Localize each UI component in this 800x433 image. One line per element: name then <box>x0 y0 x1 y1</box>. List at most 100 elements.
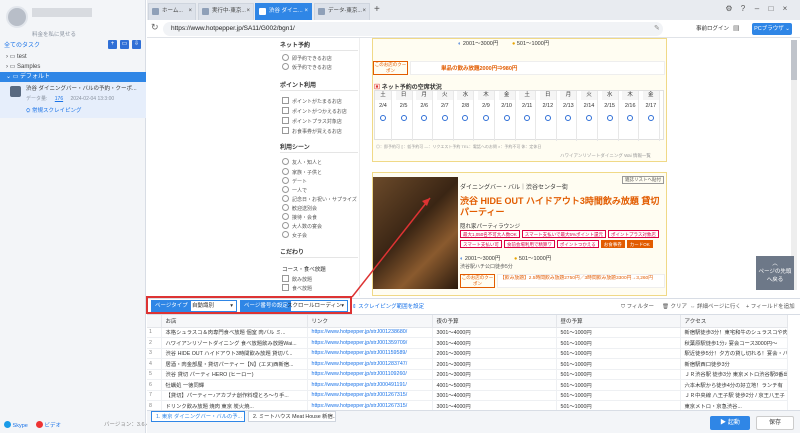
url-input[interactable]: https://www.hotpepper.jp/SA11/G002/bgn1/ <box>163 22 663 36</box>
tree-folder-test[interactable]: › ▭ test <box>0 52 146 62</box>
shop-footer-link[interactable]: ハワイアンリゾートダイニング Wai 情報一覧 <box>560 153 651 159</box>
add-field-button[interactable]: + フィールドを追加 <box>746 302 795 310</box>
page-type-select[interactable]: ページタイプ 自動識別 ▾ <box>151 300 237 312</box>
calendar-day[interactable]: 金 2/17 <box>642 91 660 141</box>
cookie-icon[interactable]: ▤ <box>733 24 740 32</box>
close-icon[interactable]: × <box>304 4 308 19</box>
calendar-day[interactable]: 火 2/7 <box>436 91 454 141</box>
video-link[interactable]: ビデオ <box>36 421 61 429</box>
scroll-to-top-panel[interactable]: ︿ ページの先頭へ戻る <box>756 256 794 290</box>
coupon-text[interactable]: 単品の飲み放題2000円⇒980円 <box>410 61 665 75</box>
save-shop-button[interactable]: 雑誌リストへ貼付 <box>622 176 664 184</box>
browser-mode-button[interactable]: PCブラウザ ⌄ <box>752 23 792 35</box>
table-row[interactable]: 3 渋谷 HIDE OUT ハイドアウト3時間飲み放題 貸切パ... https:/… <box>147 348 788 359</box>
task-tab-2[interactable]: 2. ミートハウス Meat House 新宿... <box>248 411 336 422</box>
availability-icon[interactable] <box>647 115 654 121</box>
calendar-day[interactable]: 月 2/13 <box>560 91 578 141</box>
calendar-day[interactable]: 月 2/6 <box>416 91 434 141</box>
close-icon[interactable]: × <box>362 4 366 19</box>
availability-icon[interactable] <box>524 115 531 121</box>
availability-icon[interactable] <box>441 115 448 121</box>
scrollbar-thumb[interactable] <box>791 40 797 80</box>
filter-option[interactable]: 歓迎送別会 <box>282 204 317 212</box>
table-header-link[interactable]: リンク <box>307 315 433 328</box>
close-icon[interactable]: × <box>246 4 250 19</box>
availability-icon[interactable] <box>462 115 469 121</box>
table-row[interactable]: 5 渋谷 貸切 パーティ HERO (ヒーロー) https://www.hotpe… <box>147 369 788 380</box>
filter-option[interactable]: 一人で <box>282 186 307 194</box>
table-row[interactable]: 1 本格シュラスコ＆肉専門食べ放題 個室 肉バル ミ... https://www.… <box>147 327 788 338</box>
filter-option[interactable]: お食事券が買えるお店 <box>282 127 342 135</box>
table-row[interactable]: 4 居酒・肉金部屋・貸切パーティー【N】(エヌ)西新宿... https://www… <box>147 358 788 370</box>
availability-icon[interactable] <box>586 115 592 121</box>
table-header-night-budget[interactable]: 夜の予算 <box>432 315 557 328</box>
filter-option[interactable]: 仮予約できるお店 <box>282 63 332 71</box>
calendar-day[interactable]: 木 2/16 <box>622 91 640 141</box>
tab-home[interactable]: ホーム... × <box>148 3 196 20</box>
coupon-badge[interactable]: このお店のクーポン <box>460 274 495 288</box>
calendar-day[interactable]: 金 2/10 <box>498 91 516 141</box>
task-data-count[interactable]: 176 <box>55 96 63 102</box>
all-tasks-label[interactable]: 全てのタスク <box>4 43 40 49</box>
clear-button[interactable]: 🗑 クリア <box>662 302 687 310</box>
task-tab-1[interactable]: 1. 東京 ダイニングバー・バルの予... <box>151 411 245 422</box>
new-folder-icon[interactable]: ▭ <box>120 40 129 49</box>
table-row[interactable]: 6 牡蠣処 一徳同輝 https://www.hotpepper.jp/strJ00… <box>147 379 788 391</box>
filter-option[interactable]: 記念日・お祝い・サプライズ <box>282 195 357 203</box>
help-icon[interactable]: ? <box>738 4 748 14</box>
availability-icon[interactable] <box>565 115 572 121</box>
new-tab-icon[interactable]: + <box>374 4 380 15</box>
calendar-day[interactable]: 水 2/15 <box>601 91 619 141</box>
filter-option[interactable]: 飲み放題 <box>282 275 312 283</box>
task-title[interactable]: 渋谷 ダイニングバー・バルの予約・クーポ... <box>26 84 144 92</box>
filter-option[interactable]: 女子会 <box>282 231 307 239</box>
availability-icon[interactable] <box>380 115 386 121</box>
availability-icon[interactable] <box>400 115 407 121</box>
availability-icon[interactable] <box>483 115 489 121</box>
filter-option[interactable]: ポイントプラス対象店 <box>282 117 342 125</box>
table-header-access[interactable]: アクセス <box>680 315 788 328</box>
table-row[interactable]: 2 ハワイアンリゾートダイニング 食べ放題飲み放題Wai... https://ww… <box>147 337 788 349</box>
filter-option[interactable]: 接待・会食 <box>282 213 317 221</box>
coupon-text[interactable]: 【飲み放題】2.5時間飲み放題2750円／3時間飲み放題3300円→3,260円 <box>497 274 665 288</box>
import-icon[interactable]: ⇩ <box>132 40 141 49</box>
filter-button[interactable]: ⛉ フィルター <box>621 302 654 311</box>
table-row[interactable]: 7 【貸切】パーティー♪アカブナ創作料理とろ～り手... https://www.h… <box>147 390 788 401</box>
calendar-day[interactable]: 水 2/8 <box>457 91 475 141</box>
window-close-icon[interactable]: × <box>780 4 790 14</box>
calendar-day[interactable]: 土 2/11 <box>519 91 537 141</box>
minimize-icon[interactable]: – <box>752 4 762 14</box>
reload-icon[interactable]: ↻ <box>151 22 159 33</box>
calendar-day[interactable]: 木 2/9 <box>478 91 495 141</box>
save-button[interactable]: 保存 <box>756 416 794 430</box>
table-header-day-budget[interactable]: 昼の予算 <box>556 315 681 328</box>
user-subtext[interactable]: 料金を私に見せる <box>32 30 76 38</box>
calendar-day[interactable]: 土 2/4 <box>375 91 392 141</box>
task-scrape-mode[interactable]: ⛭ 常規スクレイピング <box>26 106 81 115</box>
filter-option[interactable]: ポイントがつかえるお店 <box>282 107 347 115</box>
availability-icon[interactable] <box>421 115 428 121</box>
availability-icon[interactable] <box>503 115 510 121</box>
settings-icon[interactable]: ⚙ <box>724 4 734 14</box>
tree-folder-samples[interactable]: › ▭ Samples <box>0 62 146 72</box>
availability-icon[interactable] <box>606 115 613 121</box>
close-icon[interactable]: × <box>188 4 192 19</box>
scrape-range-link[interactable]: ⇕ スクレイピング範囲を設定 <box>352 302 424 310</box>
filter-option[interactable]: 食べ放題 <box>282 284 312 292</box>
tab-data[interactable]: データ-東京... × <box>314 3 370 20</box>
pre-login-button[interactable]: 事前ログイン <box>696 24 729 32</box>
availability-icon[interactable] <box>544 115 551 121</box>
tab-running[interactable]: 実行中-東京... × <box>198 3 254 20</box>
shop-name[interactable]: 渋谷 HIDE OUT ハイドアウト3時間飲み放題 貸切パーティー <box>460 196 665 218</box>
edit-url-icon[interactable]: ✎ <box>654 24 660 32</box>
detail-page-button[interactable]: ⇔ 詳細ページに行く <box>690 302 741 310</box>
calendar-day[interactable]: 火 2/14 <box>581 91 598 141</box>
new-task-icon[interactable]: + <box>108 40 117 49</box>
filter-option[interactable]: 家族・子供と <box>282 168 322 176</box>
tab-shibuya[interactable]: 渋谷 ダイニ... × <box>255 3 312 20</box>
coupon-badge[interactable]: このお店のクーポン <box>373 61 408 75</box>
filter-option[interactable]: 大人数の宴会 <box>282 222 322 230</box>
run-button[interactable]: ▶ 起動 <box>710 416 750 430</box>
calendar-day[interactable]: 日 2/5 <box>395 91 413 141</box>
maximize-icon[interactable]: □ <box>766 4 776 14</box>
